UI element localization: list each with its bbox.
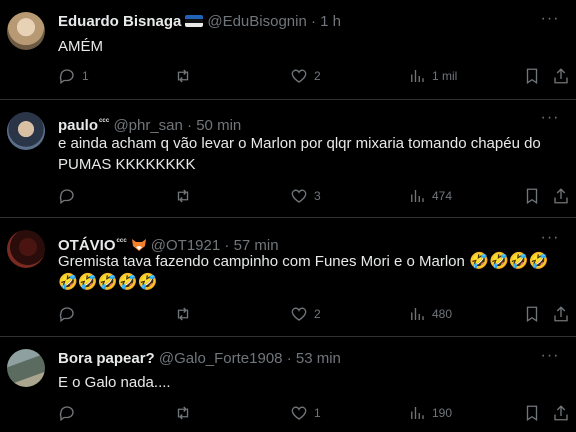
tweet[interactable]: OTÁVIOᶜᶜᶜ @OT1921 · 57 min ··· Gremista t… (0, 218, 576, 337)
share-button[interactable] (552, 403, 570, 423)
display-name[interactable]: paulo (58, 117, 98, 134)
heart-icon (291, 189, 307, 203)
tweet-header: Eduardo Bisnaga @EduBisognin · 1 h (58, 13, 341, 31)
view-count: 1 mil (432, 69, 458, 83)
views-button[interactable]: 480 (408, 304, 452, 324)
reply-icon (59, 307, 74, 323)
separator: · (311, 13, 316, 30)
action-bar: 1 190 (0, 403, 576, 423)
reply-icon (59, 406, 74, 422)
like-button[interactable]: 2 (290, 66, 321, 86)
views-icon (411, 308, 424, 320)
reply-button[interactable] (58, 186, 82, 206)
retweet-button[interactable] (174, 186, 198, 206)
share-icon (554, 405, 568, 421)
like-count: 2 (314, 307, 321, 321)
views-icon (411, 70, 424, 82)
like-count: 2 (314, 69, 321, 83)
like-count: 3 (314, 189, 321, 203)
fox-icon (131, 238, 147, 252)
view-count: 474 (432, 189, 453, 203)
share-icon (554, 68, 568, 84)
tweet[interactable]: Bora papear? @Galo_Forte1908 · 53 min ··… (0, 337, 576, 432)
more-options-icon[interactable]: ··· (540, 348, 560, 369)
tweet[interactable]: pauloᶜᶜᶜ @phr_san · 50 min ··· e ainda a… (0, 100, 576, 218)
username[interactable]: @EduBisognin (207, 13, 306, 30)
views-button[interactable]: 1 mil (408, 66, 457, 86)
tweet-text: Gremista tava fazendo campinho com Funes… (58, 251, 558, 293)
tweet-text: e ainda acham q vão levar o Marlon por q… (58, 135, 541, 173)
tweet-header: Bora papear? @Galo_Forte1908 · 53 min (58, 350, 341, 368)
reply-button[interactable]: 1 (58, 66, 89, 86)
view-count: 480 (432, 307, 453, 321)
action-bar: 2 480 (0, 304, 576, 324)
bookmark-icon (526, 188, 538, 205)
laughing-emoji-group: 🤣🤣🤣🤣 (469, 253, 549, 270)
heart-icon (291, 406, 307, 420)
retweet-button[interactable] (174, 403, 198, 423)
bookmark-button[interactable] (523, 186, 541, 206)
retweet-icon (177, 69, 189, 83)
like-count: 1 (314, 406, 321, 420)
avatar[interactable] (7, 230, 45, 268)
bookmark-button[interactable] (523, 66, 541, 86)
bookmark-icon (526, 306, 538, 323)
bookmark-icon (526, 68, 538, 85)
reply-icon (59, 69, 74, 85)
name-badge: ᶜᶜᶜ (116, 236, 127, 246)
view-count: 190 (432, 406, 453, 420)
more-options-icon[interactable]: ··· (540, 11, 560, 32)
reply-icon (59, 189, 74, 205)
share-icon (554, 306, 568, 322)
reply-button[interactable] (58, 304, 82, 324)
retweet-button[interactable] (174, 304, 198, 324)
action-bar: 1 2 1 mil (0, 66, 576, 86)
views-icon (411, 407, 424, 419)
timestamp[interactable]: 1 h (320, 13, 341, 30)
reply-count: 1 (82, 69, 89, 83)
separator: · (187, 117, 193, 134)
tweet[interactable]: Eduardo Bisnaga @EduBisognin · 1 h ··· AM… (0, 0, 576, 100)
tweet-text: AMÉM (58, 38, 103, 55)
like-button[interactable]: 3 (290, 186, 321, 206)
more-options-icon[interactable]: ··· (540, 230, 560, 251)
avatar[interactable] (7, 12, 45, 50)
share-button[interactable] (552, 186, 570, 206)
retweet-icon (177, 307, 189, 321)
avatar[interactable] (7, 112, 45, 150)
share-button[interactable] (552, 66, 570, 86)
views-button[interactable]: 190 (408, 403, 452, 423)
laughing-emoji-group-2: 🤣🤣🤣🤣🤣 (58, 274, 158, 291)
timestamp[interactable]: 53 min (296, 350, 341, 367)
tweet-header: pauloᶜᶜᶜ @phr_san · 50 min (58, 112, 241, 135)
bookmark-icon (526, 405, 538, 422)
avatar[interactable] (7, 349, 45, 387)
bookmark-button[interactable] (523, 304, 541, 324)
tweet-text-content: Gremista tava fazendo campinho com Funes… (58, 253, 465, 270)
share-icon (554, 188, 568, 204)
username[interactable]: @phr_san (113, 117, 182, 134)
action-bar: 3 474 (0, 186, 576, 206)
heart-icon (291, 307, 307, 321)
like-button[interactable]: 2 (290, 304, 321, 324)
separator: · (286, 350, 292, 367)
retweet-button[interactable] (174, 66, 198, 86)
display-name[interactable]: Bora papear? (58, 350, 155, 367)
flag-icon (185, 15, 204, 27)
like-button[interactable]: 1 (290, 403, 321, 423)
username[interactable]: @Galo_Forte1908 (159, 350, 283, 367)
timestamp[interactable]: 50 min (196, 117, 241, 134)
reply-button[interactable] (58, 403, 82, 423)
name-badge: ᶜᶜᶜ (99, 116, 110, 126)
bookmark-button[interactable] (523, 403, 541, 423)
tweet-text: E o Galo nada.... (58, 374, 171, 391)
views-icon (411, 190, 424, 202)
share-button[interactable] (552, 304, 570, 324)
more-options-icon[interactable]: ··· (540, 110, 560, 131)
views-button[interactable]: 474 (408, 186, 452, 206)
retweet-icon (177, 406, 189, 420)
display-name[interactable]: Eduardo Bisnaga (58, 13, 181, 30)
retweet-icon (177, 189, 189, 203)
heart-icon (291, 69, 307, 83)
